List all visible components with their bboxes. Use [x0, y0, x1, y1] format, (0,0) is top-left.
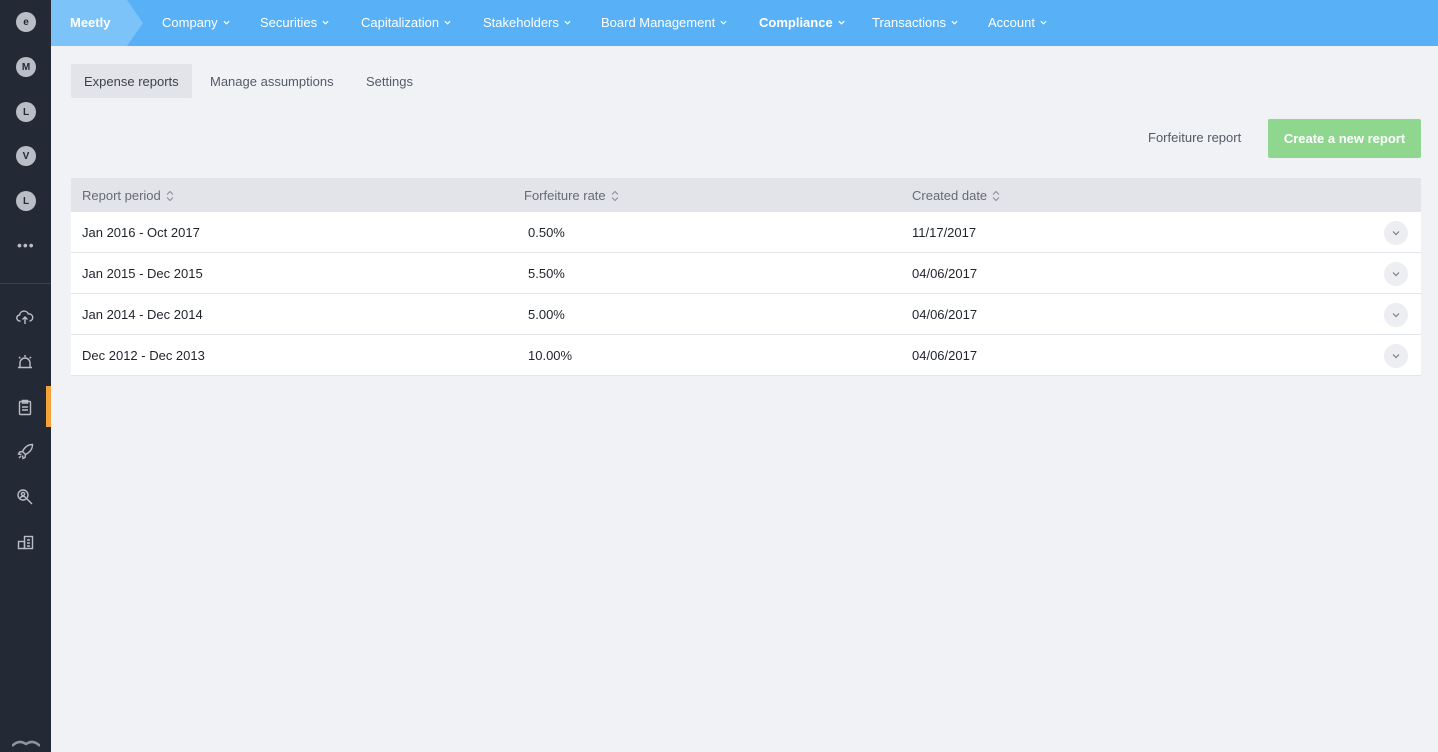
- rocket-icon[interactable]: [14, 440, 36, 462]
- chevron-down-icon: [223, 20, 230, 25]
- cell-report-period: Dec 2012 - Dec 2013: [82, 348, 205, 363]
- table-row[interactable]: Dec 2012 - Dec 2013 10.00% 04/06/2017: [71, 335, 1421, 376]
- chevron-down-icon: [720, 20, 727, 25]
- more-orgs-icon[interactable]: •••: [17, 238, 35, 252]
- cell-forfeiture-rate: 5.50%: [528, 266, 565, 281]
- menu-capitalization-label: Capitalization: [361, 15, 440, 30]
- menu-company[interactable]: Company: [162, 15, 230, 30]
- cell-forfeiture-rate: 0.50%: [528, 225, 565, 240]
- menu-board-management[interactable]: Board Management: [601, 15, 727, 30]
- header-created-date[interactable]: Created date: [912, 188, 1000, 203]
- alarm-icon[interactable]: [14, 351, 36, 373]
- tab-settings[interactable]: Settings: [353, 64, 426, 98]
- cell-report-period: Jan 2016 - Oct 2017: [82, 225, 200, 240]
- search-person-icon[interactable]: [14, 486, 36, 508]
- cell-created-date: 04/06/2017: [912, 266, 978, 281]
- header-forfeiture-rate[interactable]: Forfeiture rate: [524, 188, 619, 203]
- chevron-down-icon: [1392, 313, 1400, 318]
- expand-row-button[interactable]: [1384, 221, 1408, 245]
- sort-icon: [166, 190, 174, 201]
- building-icon[interactable]: [14, 531, 36, 553]
- table-header: Report period Forfeiture rate Created da…: [71, 178, 1421, 212]
- expand-row-button[interactable]: [1384, 303, 1408, 327]
- active-nav-indicator: [46, 386, 51, 427]
- sort-icon: [611, 190, 619, 201]
- forfeiture-report-button[interactable]: Forfeiture report: [1148, 130, 1241, 145]
- org-avatar-l2[interactable]: L: [16, 191, 36, 211]
- clipboard-icon[interactable]: [14, 396, 36, 418]
- cell-created-date: 04/06/2017: [912, 307, 978, 322]
- org-avatar-v[interactable]: V: [16, 146, 36, 166]
- menu-stakeholders-label: Stakeholders: [483, 15, 559, 30]
- menu-transactions[interactable]: Transactions: [872, 15, 958, 30]
- menu-compliance[interactable]: Compliance: [759, 15, 845, 30]
- brand-tab[interactable]: Meetly: [51, 0, 143, 46]
- org-avatar-l[interactable]: L: [16, 102, 36, 122]
- header-report-period[interactable]: Report period: [82, 188, 174, 203]
- chevron-down-icon: [1392, 354, 1400, 359]
- header-report-period-label: Report period: [82, 188, 161, 203]
- chevron-down-icon: [838, 20, 845, 25]
- cell-forfeiture-rate: 10.00%: [528, 348, 573, 363]
- table-row[interactable]: Jan 2016 - Oct 2017 0.50% 11/17/2017: [71, 212, 1421, 253]
- tab-manage-assumptions[interactable]: Manage assumptions: [197, 64, 347, 98]
- header-forfeiture-rate-label: Forfeiture rate: [524, 188, 606, 203]
- chevron-down-icon: [1392, 231, 1400, 236]
- brand-name: Meetly: [70, 15, 111, 30]
- menu-compliance-label: Compliance: [759, 15, 833, 30]
- table-row[interactable]: Jan 2014 - Dec 2014 5.00% 04/06/2017: [71, 294, 1421, 335]
- menu-account-label: Account: [988, 15, 1035, 30]
- cell-created-date: 11/17/2017: [912, 225, 977, 240]
- expand-row-button[interactable]: [1384, 344, 1408, 368]
- rail-divider: [0, 283, 51, 284]
- reports-table: Report period Forfeiture rate Created da…: [71, 178, 1421, 376]
- cell-report-period: Jan 2014 - Dec 2014: [82, 307, 203, 322]
- expand-row-button[interactable]: [1384, 262, 1408, 286]
- chevron-down-icon: [1040, 20, 1047, 25]
- tab-expense-reports[interactable]: Expense reports: [71, 64, 192, 98]
- create-report-button[interactable]: Create a new report: [1268, 119, 1421, 158]
- org-avatar-m[interactable]: M: [16, 57, 36, 77]
- menu-securities-label: Securities: [260, 15, 318, 30]
- chevron-down-icon: [444, 20, 451, 25]
- cell-created-date: 04/06/2017: [912, 348, 978, 363]
- sort-icon: [992, 190, 1000, 201]
- menu-transactions-label: Transactions: [872, 15, 946, 30]
- chevron-down-icon: [322, 20, 329, 25]
- left-rail: e M L V L •••: [0, 0, 51, 752]
- chevron-down-icon: [951, 20, 958, 25]
- menu-securities[interactable]: Securities: [260, 15, 329, 30]
- menu-capitalization[interactable]: Capitalization: [361, 15, 451, 30]
- table-row[interactable]: Jan 2015 - Dec 2015 5.50% 04/06/2017: [71, 253, 1421, 294]
- menu-stakeholders[interactable]: Stakeholders: [483, 15, 571, 30]
- chevron-down-icon: [564, 20, 571, 25]
- cloud-upload-icon[interactable]: [14, 306, 36, 328]
- cell-report-period: Jan 2015 - Dec 2015: [82, 266, 203, 281]
- cell-forfeiture-rate: 5.00%: [528, 307, 565, 322]
- header-created-date-label: Created date: [912, 188, 988, 203]
- brand-mark-icon: [12, 740, 40, 747]
- menu-company-label: Company: [162, 15, 218, 30]
- chevron-down-icon: [1392, 272, 1400, 277]
- menu-board-management-label: Board Management: [601, 15, 716, 30]
- menu-account[interactable]: Account: [988, 15, 1047, 30]
- org-avatar-e[interactable]: e: [16, 12, 36, 32]
- top-navigation: Meetly Company Securities Capitalization…: [51, 0, 1438, 46]
